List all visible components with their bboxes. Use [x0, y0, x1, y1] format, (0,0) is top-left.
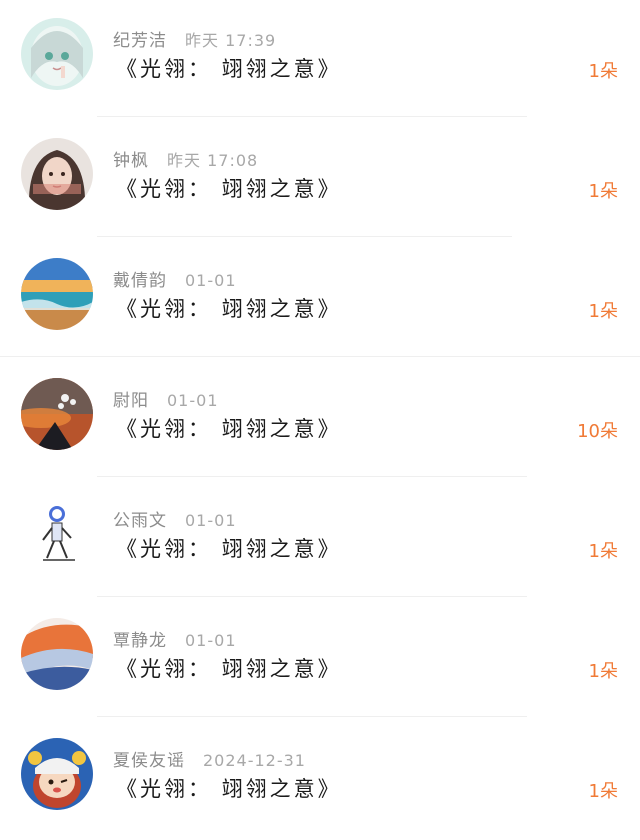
user-name[interactable]: 公雨文 — [113, 511, 167, 531]
divider — [97, 236, 512, 237]
divider — [97, 716, 527, 717]
comment-meta: 戴倩韵 01-01 — [113, 266, 237, 291]
work-title[interactable]: 《光翎： 翊翎之意》 — [116, 413, 342, 443]
work-title[interactable]: 《光翎： 翊翎之意》 — [116, 533, 342, 563]
work-title[interactable]: 《光翎： 翊翎之意》 — [116, 293, 342, 323]
avatar-image-icon — [21, 498, 93, 570]
user-name[interactable]: 夏侯友谣 — [113, 751, 185, 771]
avatar-image-icon — [21, 738, 93, 810]
flower-count: 10朵 — [577, 421, 618, 442]
work-title[interactable]: 《光翎： 翊翎之意》 — [116, 653, 342, 683]
list-item[interactable]: 夏侯友谣 2024-12-31 《光翎： 翊翎之意》 1朵 — [0, 720, 640, 840]
user-name[interactable]: 纪芳洁 — [113, 31, 167, 51]
list-item[interactable]: 戴倩韵 01-01 《光翎： 翊翎之意》 1朵 — [0, 240, 640, 360]
timestamp: 01-01 — [185, 271, 237, 290]
list-item[interactable]: 纪芳洁 昨天 17:39 《光翎： 翊翎之意》 1朵 — [0, 0, 640, 120]
comment-meta: 尉阳 01-01 — [113, 386, 219, 411]
user-name[interactable]: 尉阳 — [113, 391, 149, 411]
comment-meta: 夏侯友谣 2024-12-31 — [113, 746, 306, 771]
divider — [97, 476, 527, 477]
comment-meta: 公雨文 01-01 — [113, 506, 237, 531]
avatar[interactable] — [21, 618, 93, 690]
avatar-image-icon — [21, 378, 93, 450]
flower-count: 1朵 — [588, 541, 618, 562]
user-name[interactable]: 戴倩韵 — [113, 271, 167, 291]
avatar[interactable] — [21, 498, 93, 570]
avatar[interactable] — [21, 738, 93, 810]
avatar[interactable] — [21, 378, 93, 450]
avatar-image-icon — [21, 18, 93, 90]
avatar-image-icon — [21, 138, 93, 210]
work-title[interactable]: 《光翎： 翊翎之意》 — [116, 173, 342, 203]
divider — [97, 116, 527, 117]
timestamp: 01-01 — [185, 631, 237, 650]
work-title[interactable]: 《光翎： 翊翎之意》 — [116, 53, 342, 83]
comment-meta: 纪芳洁 昨天 17:39 — [113, 26, 277, 51]
divider — [97, 596, 527, 597]
flower-count: 1朵 — [588, 61, 618, 82]
timestamp: 01-01 — [167, 391, 219, 410]
avatar-image-icon — [21, 258, 93, 330]
avatar[interactable] — [21, 258, 93, 330]
timestamp: 昨天 17:39 — [185, 31, 277, 50]
divider — [0, 356, 640, 357]
flower-count: 1朵 — [588, 301, 618, 322]
avatar[interactable] — [21, 18, 93, 90]
user-name[interactable]: 覃静龙 — [113, 631, 167, 651]
list-item[interactable]: 覃静龙 01-01 《光翎： 翊翎之意》 1朵 — [0, 600, 640, 720]
timestamp: 昨天 17:08 — [167, 151, 259, 170]
flower-count: 1朵 — [588, 661, 618, 682]
work-title[interactable]: 《光翎： 翊翎之意》 — [116, 773, 342, 803]
timestamp: 01-01 — [185, 511, 237, 530]
list-item[interactable]: 尉阳 01-01 《光翎： 翊翎之意》 10朵 — [0, 360, 640, 480]
flower-count: 1朵 — [588, 181, 618, 202]
list-item[interactable]: 钟枫 昨天 17:08 《光翎： 翊翎之意》 1朵 — [0, 120, 640, 240]
comment-meta: 覃静龙 01-01 — [113, 626, 237, 651]
user-name[interactable]: 钟枫 — [113, 151, 149, 171]
comment-meta: 钟枫 昨天 17:08 — [113, 146, 259, 171]
flower-count: 1朵 — [588, 781, 618, 802]
list-item[interactable]: 公雨文 01-01 《光翎： 翊翎之意》 1朵 — [0, 480, 640, 600]
avatar-image-icon — [21, 618, 93, 690]
avatar[interactable] — [21, 138, 93, 210]
timestamp: 2024-12-31 — [203, 751, 306, 770]
